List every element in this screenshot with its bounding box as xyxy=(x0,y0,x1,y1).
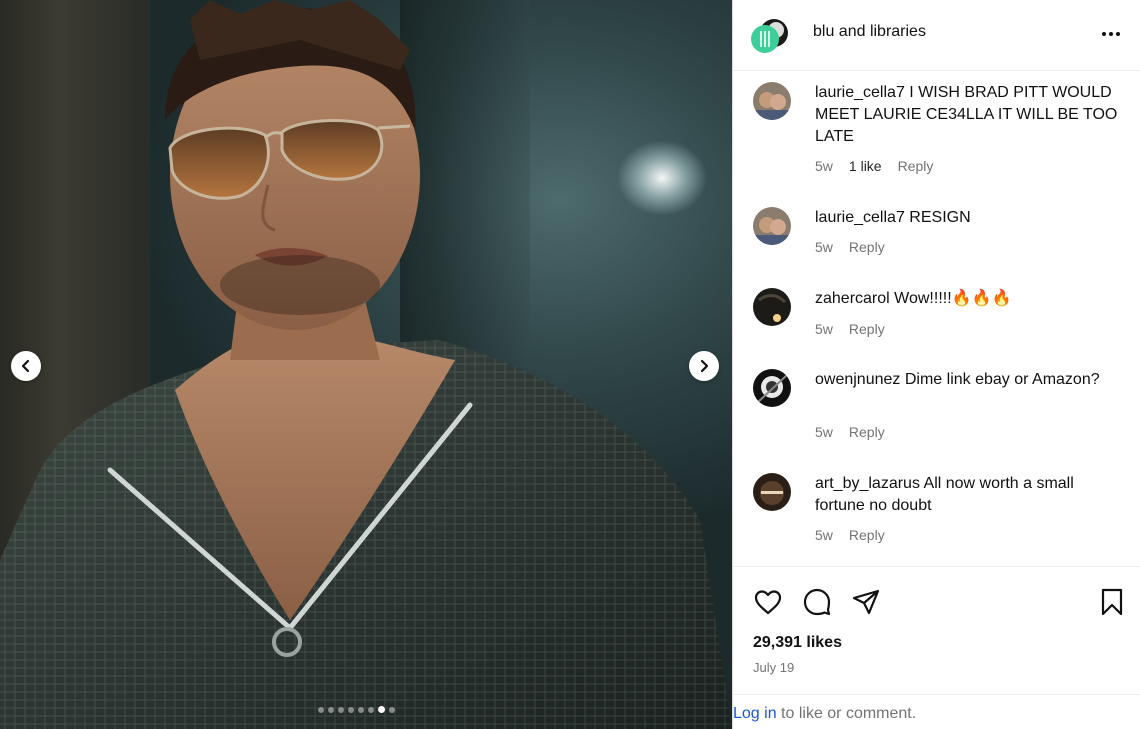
commenter-avatar[interactable] xyxy=(753,207,791,245)
post-date[interactable]: July 19 xyxy=(753,660,794,675)
comment-body: art_by_lazarus All now worth a small for… xyxy=(815,473,1120,517)
carousel-dot xyxy=(358,706,364,713)
reply-button[interactable]: Reply xyxy=(849,527,885,543)
post-media[interactable] xyxy=(0,0,732,729)
comment-likes[interactable]: 1 like xyxy=(849,158,882,174)
carousel-dot xyxy=(389,706,395,713)
comment-time[interactable]: 5w xyxy=(815,424,833,440)
more-options-icon xyxy=(1102,32,1120,36)
carousel-dot xyxy=(368,706,374,713)
comment-text: RESIGN xyxy=(909,209,971,226)
post-side-panel: blu and libraries laurie_cella7 I WISH B… xyxy=(732,0,1140,729)
comment-username[interactable]: zahercarol xyxy=(815,290,890,307)
chevron-left-icon xyxy=(21,359,30,373)
comment-meta: 5w Reply xyxy=(815,424,885,440)
account-avatar[interactable] xyxy=(751,15,791,55)
comment-text: Wow!!!!!🔥🔥🔥 xyxy=(894,290,1012,307)
comment-meta: 5w Reply xyxy=(815,239,885,255)
comment-meta: 5w Reply xyxy=(815,527,885,543)
comment-username[interactable]: owenjnunez xyxy=(815,371,900,388)
carousel-indicator xyxy=(318,706,395,713)
commenter-avatar[interactable] xyxy=(753,288,791,326)
login-prompt: Log in to like or comment. xyxy=(733,694,1140,729)
reply-button[interactable]: Reply xyxy=(849,239,885,255)
carousel-dot xyxy=(328,706,334,713)
next-slide-button[interactable] xyxy=(689,351,719,381)
carousel-dot-active xyxy=(378,706,385,713)
comment-meta: 5w Reply xyxy=(815,321,885,337)
comment-username[interactable]: laurie_cella7 xyxy=(815,84,905,101)
login-link[interactable]: Log in xyxy=(733,705,777,722)
comment-time[interactable]: 5w xyxy=(815,158,833,174)
comments-list[interactable]: laurie_cella7 I WISH BRAD PITT WOULD MEE… xyxy=(733,72,1140,566)
comment-body: zahercarol Wow!!!!!🔥🔥🔥 xyxy=(815,288,1120,310)
more-options-button[interactable] xyxy=(1099,22,1123,46)
likes-count[interactable]: 29,391 likes xyxy=(753,634,842,652)
reply-button[interactable]: Reply xyxy=(849,424,885,440)
login-prompt-text: to like or comment. xyxy=(776,705,917,722)
comment-username[interactable]: art_by_lazarus xyxy=(815,475,920,492)
post-actions: 29,391 likes July 19 xyxy=(733,566,1140,694)
comment-meta: 5w 1 like Reply xyxy=(815,158,933,174)
carousel-dot xyxy=(348,706,354,713)
comment-time[interactable]: 5w xyxy=(815,239,833,255)
commenter-avatar[interactable] xyxy=(753,473,791,511)
comment-icon[interactable] xyxy=(802,587,832,617)
comment-body: owenjnunez Dime link ebay or Amazon? xyxy=(815,369,1120,391)
comment-body: laurie_cella7 RESIGN xyxy=(815,207,1120,229)
comment-time[interactable]: 5w xyxy=(815,321,833,337)
carousel-dot xyxy=(318,706,324,713)
reply-button[interactable]: Reply xyxy=(898,158,934,174)
comment-body: laurie_cella7 I WISH BRAD PITT WOULD MEE… xyxy=(815,82,1120,148)
bookmark-icon[interactable] xyxy=(1097,587,1127,617)
account-username[interactable]: blu and libraries xyxy=(813,23,926,41)
commenter-avatar[interactable] xyxy=(753,369,791,407)
heart-icon[interactable] xyxy=(753,587,783,617)
comment-time[interactable]: 5w xyxy=(815,527,833,543)
post-header: blu and libraries xyxy=(733,0,1140,71)
commenter-avatar[interactable] xyxy=(753,82,791,120)
reply-button[interactable]: Reply xyxy=(849,321,885,337)
carousel-dot xyxy=(338,706,344,713)
comment-text: Dime link ebay or Amazon? xyxy=(904,371,1100,388)
post-photo xyxy=(0,0,732,729)
previous-slide-button[interactable] xyxy=(11,351,41,381)
share-icon[interactable] xyxy=(851,587,881,617)
chevron-right-icon xyxy=(700,359,709,373)
comment-username[interactable]: laurie_cella7 xyxy=(815,209,905,226)
